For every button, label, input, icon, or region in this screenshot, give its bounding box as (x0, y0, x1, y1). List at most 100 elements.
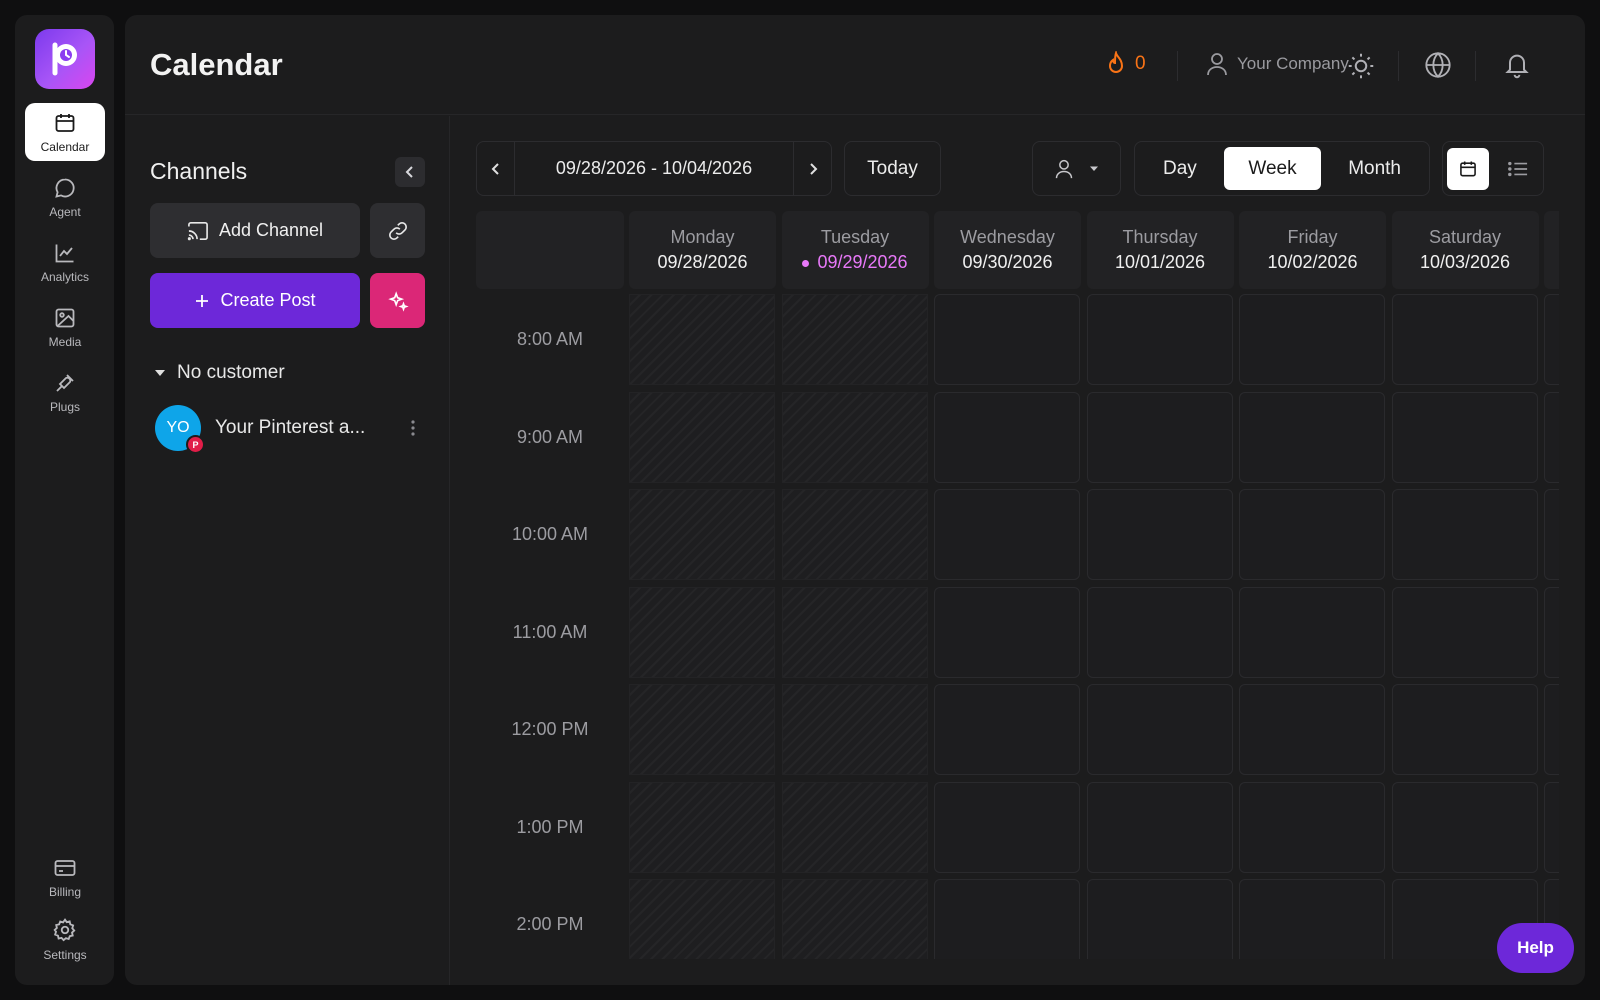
nav-plugs[interactable]: Plugs (25, 363, 105, 421)
day-date-text: 09/29/2026 (817, 252, 908, 272)
time-slot[interactable] (629, 879, 775, 959)
calendar-area: 09/28/2026 - 10/04/2026 Today Day Week M… (451, 116, 1585, 985)
add-channel-label: Add Channel (218, 220, 324, 240)
help-button[interactable]: Help (1497, 923, 1574, 973)
channel-item[interactable]: YO P Your Pinterest a... (150, 400, 430, 456)
time-slot[interactable] (934, 391, 1080, 483)
nav-label: Calendar (40, 139, 90, 154)
list-layout-button[interactable] (1497, 148, 1539, 190)
time-slot[interactable] (1239, 684, 1385, 775)
time-slot[interactable] (1086, 586, 1233, 678)
view-week[interactable]: Week (1224, 147, 1321, 190)
calendar-layout-button[interactable] (1447, 147, 1489, 190)
time-slot[interactable] (1544, 489, 1559, 580)
postiz-logo-icon (52, 42, 77, 76)
time-label: 11:00 AM (512, 621, 588, 642)
create-post-button[interactable]: Create Post (150, 273, 360, 328)
nav-label: Settings (43, 947, 87, 962)
add-channel-button[interactable]: Add Channel (150, 203, 360, 258)
time-slot[interactable] (781, 781, 928, 873)
time-slot[interactable] (629, 391, 775, 483)
time-slot[interactable] (781, 879, 928, 959)
time-slot[interactable] (934, 294, 1080, 385)
sun-icon (1348, 53, 1374, 79)
time-slot[interactable] (1391, 586, 1538, 678)
time-slot[interactable] (1086, 684, 1233, 775)
link-icon (388, 221, 407, 240)
next-week-button[interactable] (794, 142, 831, 195)
view-day[interactable]: Day (1139, 147, 1221, 190)
time-slot[interactable] (781, 294, 928, 385)
nav-agent[interactable]: Agent (25, 168, 105, 226)
time-slot[interactable] (1391, 489, 1538, 580)
nav-settings[interactable]: Settings (25, 910, 105, 968)
time-slot[interactable] (1086, 294, 1233, 385)
user-icon (1207, 53, 1227, 76)
streak-counter[interactable]: 0 (1105, 51, 1146, 77)
time-slot[interactable] (1239, 781, 1385, 873)
grid-corner (476, 211, 624, 289)
time-slot[interactable] (629, 781, 775, 873)
time-slot[interactable] (1544, 586, 1559, 678)
time-slot[interactable] (1239, 586, 1385, 678)
copy-link-button[interactable] (370, 203, 425, 258)
time-slot[interactable] (1391, 781, 1538, 873)
time-slot[interactable] (1239, 294, 1385, 385)
time-slot[interactable] (1086, 781, 1233, 873)
time-slot[interactable] (934, 879, 1080, 959)
time-slot[interactable] (781, 684, 928, 775)
create-post-label: Create Post (220, 290, 316, 310)
time-slot[interactable] (1239, 489, 1385, 580)
customer-selector[interactable]: No customer (153, 362, 285, 384)
channels-title: Channels (150, 158, 248, 184)
time-slot[interactable] (629, 684, 775, 775)
previous-week-button[interactable] (477, 142, 514, 195)
day-date: 09/28/2026 (657, 252, 748, 272)
time-slot[interactable] (781, 586, 928, 678)
time-slot[interactable] (1544, 684, 1559, 775)
time-slot[interactable] (781, 391, 928, 483)
more-options-icon[interactable] (410, 418, 416, 438)
language-selector[interactable] (1424, 51, 1452, 79)
time-slot[interactable] (1544, 781, 1559, 873)
notifications-button[interactable] (1503, 51, 1531, 79)
time-slot[interactable] (1391, 391, 1538, 483)
time-slot[interactable] (781, 489, 928, 580)
time-slot[interactable] (1544, 391, 1559, 483)
app-logo[interactable] (35, 29, 95, 89)
ai-generate-button[interactable] (370, 273, 425, 328)
time-slot[interactable] (934, 489, 1080, 580)
header-divider (1177, 51, 1178, 81)
nav-analytics[interactable]: Analytics (25, 233, 105, 291)
image-icon (55, 308, 75, 327)
today-button[interactable]: Today (844, 141, 941, 196)
nav-media[interactable]: Media (25, 298, 105, 356)
time-slot[interactable] (1391, 294, 1538, 385)
time-slot[interactable] (1086, 489, 1233, 580)
time-slot[interactable] (629, 489, 775, 580)
time-slot[interactable] (934, 781, 1080, 873)
customer-filter-select[interactable] (1032, 141, 1121, 196)
company-selector[interactable]: Your Company (1205, 51, 1349, 77)
time-slot[interactable] (1391, 684, 1538, 775)
date-range-label[interactable]: 09/28/2026 - 10/04/2026 (514, 142, 794, 195)
plug-icon (56, 373, 74, 392)
time-slot[interactable] (1086, 879, 1233, 959)
nav-calendar[interactable]: Calendar (25, 103, 105, 161)
avatar-initials: YO (166, 419, 190, 436)
time-slot[interactable] (1544, 294, 1559, 385)
time-slot[interactable] (1239, 391, 1385, 483)
nav-label: Media (48, 334, 82, 349)
theme-toggle[interactable] (1347, 52, 1375, 80)
time-slot[interactable] (1086, 391, 1233, 483)
time-slot[interactable] (934, 586, 1080, 678)
time-slot[interactable] (629, 586, 775, 678)
time-slot[interactable] (629, 294, 775, 385)
time-slot[interactable] (1239, 879, 1385, 959)
view-month[interactable]: Month (1324, 147, 1425, 190)
day-header: Thursday 10/01/2026 (1086, 211, 1234, 289)
collapse-channels-button[interactable] (395, 157, 425, 187)
time-slot[interactable] (934, 684, 1080, 775)
nav-billing[interactable]: Billing (25, 848, 105, 906)
header-divider (1398, 51, 1399, 81)
